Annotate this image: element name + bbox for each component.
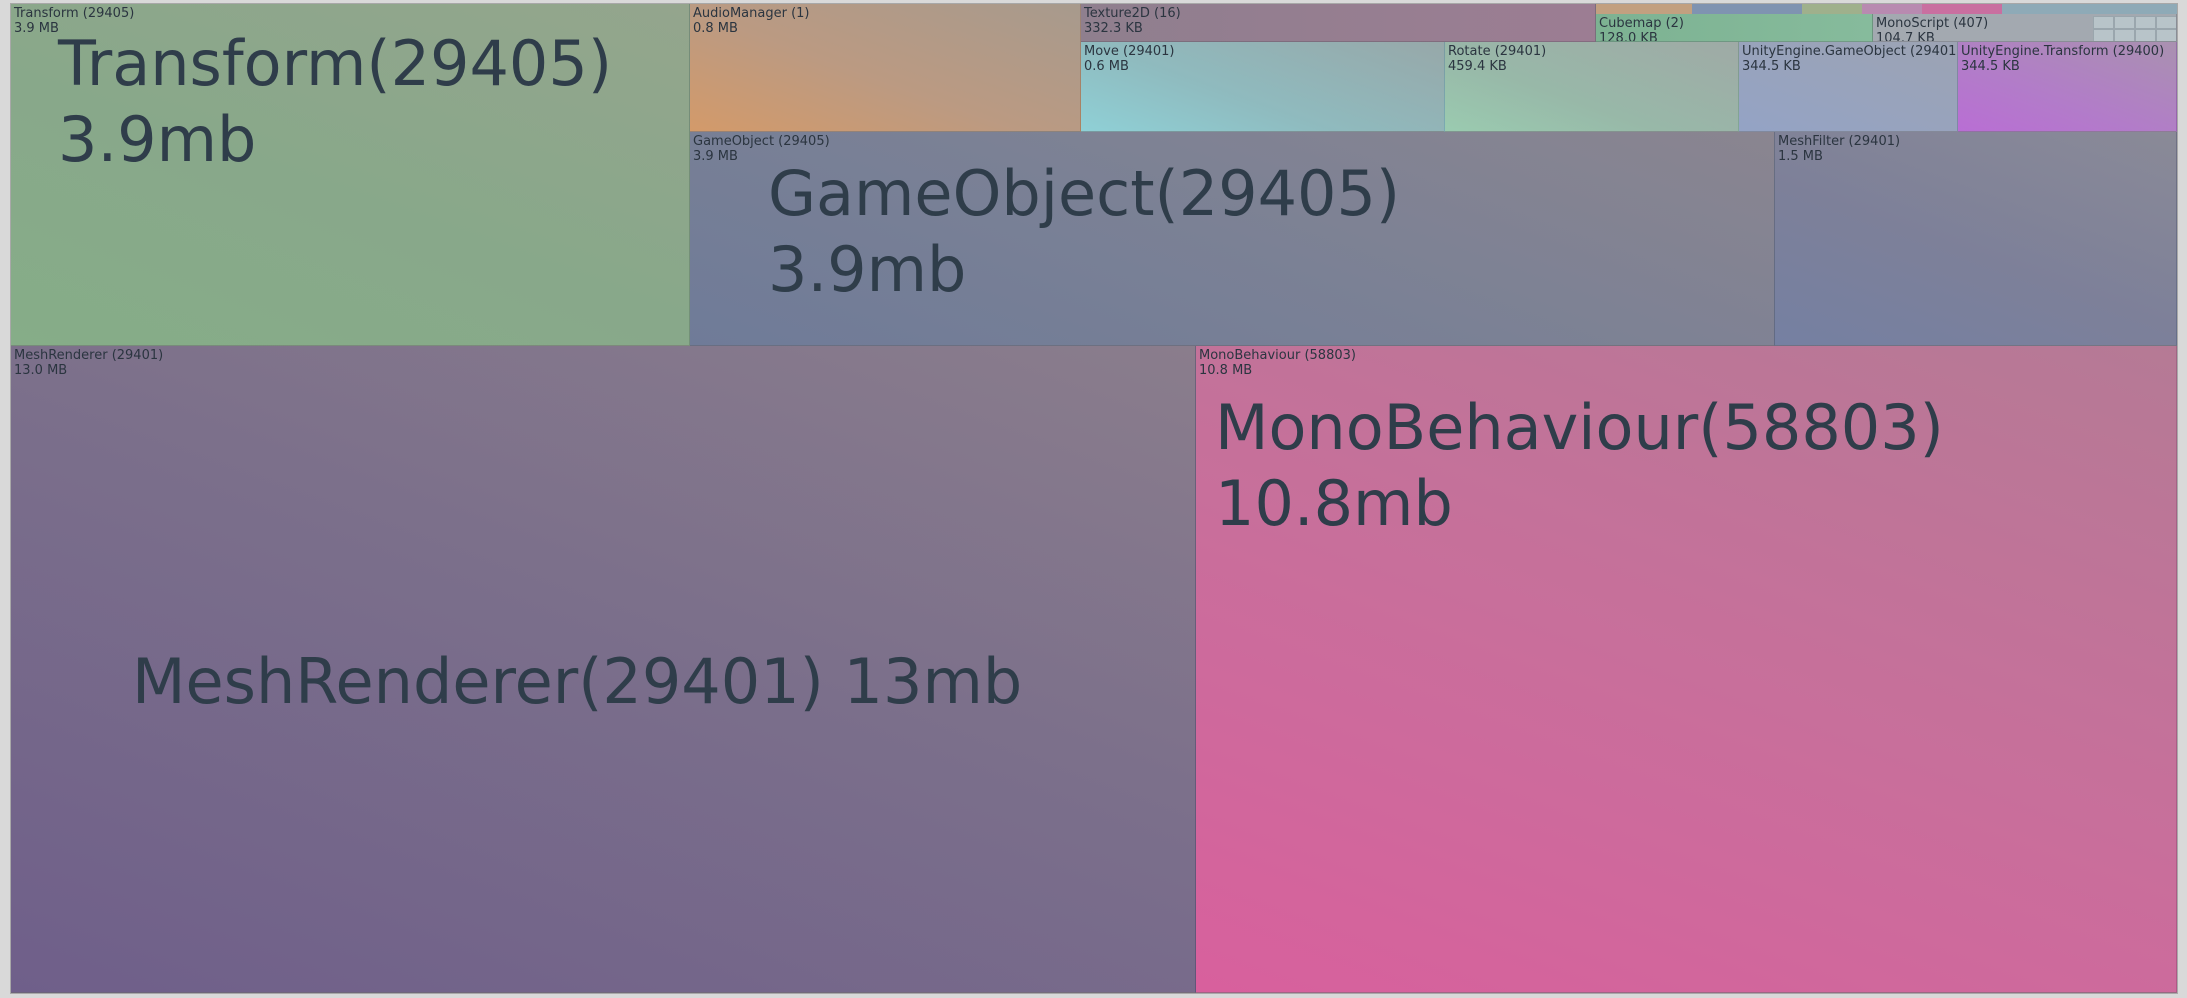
cell-size: 344.5 KB: [1742, 59, 1801, 74]
treemap-cell-rotate[interactable]: Rotate (29401) 459.4 KB: [1445, 42, 1739, 132]
memory-treemap: Transform (29405) 3.9 MB Transform(29405…: [10, 3, 2178, 994]
cell-size: 10.8 MB: [1199, 363, 1253, 378]
treemap-cell-audiomanager[interactable]: AudioManager (1) 0.8 MB: [690, 4, 1081, 132]
thumbnail[interactable]: [2156, 29, 2176, 41]
thumbnail[interactable]: [2135, 29, 2156, 41]
thumbnail[interactable]: [2093, 29, 2114, 41]
cell-big-size: 10.8mb: [1215, 467, 1453, 540]
treemap-cell-meshfilter[interactable]: MeshFilter (29401) 1.5 MB: [1775, 132, 2177, 346]
cell-big-size: 3.9mb: [768, 233, 967, 306]
cell-size: 332.3 KB: [1084, 21, 1143, 36]
cell-big-name: MonoBehaviour(58803): [1215, 391, 1944, 464]
cell-name: GameObject (29405): [693, 134, 830, 149]
treemap-cell-meshrenderer[interactable]: MeshRenderer (29401) 13.0 MB MeshRendere…: [11, 346, 1196, 993]
treemap-cell-gameobject[interactable]: GameObject (29405) 3.9 MB GameObject(294…: [690, 132, 1775, 346]
treemap-cell-texture2d[interactable]: Texture2D (16) 332.3 KB: [1081, 4, 1596, 42]
cell-size: 1.5 MB: [1778, 149, 1823, 164]
treemap-cell-monoscript[interactable]: MonoScript (407) 104.7 KB: [1873, 14, 2177, 42]
cell-name: Move (29401): [1084, 44, 1175, 59]
cell-name: Rotate (29401): [1448, 44, 1547, 59]
cell-size: 13.0 MB: [14, 363, 68, 378]
cell-name: Transform (29405): [14, 6, 135, 21]
cell-size: 128.0 KB: [1599, 31, 1658, 42]
thumbnail-grid: [2093, 16, 2176, 41]
cell-size: 0.6 MB: [1084, 59, 1129, 74]
treemap-cell-transform[interactable]: Transform (29405) 3.9 MB Transform(29405…: [11, 4, 690, 346]
cell-size: 459.4 KB: [1448, 59, 1507, 74]
cell-size: 344.5 KB: [1961, 59, 2020, 74]
cell-name: MeshFilter (29401): [1778, 134, 1901, 149]
mini-cell[interactable]: [1802, 4, 1862, 14]
thumbnail[interactable]: [2114, 29, 2135, 41]
cell-name: UnityEngine.GameObject (29401): [1742, 44, 1958, 59]
cell-name: Cubemap (2): [1599, 16, 1684, 31]
small-cells-strip: [1596, 4, 2177, 14]
cell-big-label: MeshRenderer(29401) 13mb: [132, 645, 1023, 718]
thumbnail[interactable]: [2156, 16, 2176, 29]
treemap-cell-unityengine-transform[interactable]: UnityEngine.Transform (29400) 344.5 KB: [1958, 42, 2177, 132]
cell-name: AudioManager (1): [693, 6, 810, 21]
treemap-cell-move[interactable]: Move (29401) 0.6 MB: [1081, 42, 1445, 132]
treemap-cell-monobehaviour[interactable]: MonoBehaviour (58803) 10.8 MB MonoBehavi…: [1196, 346, 2177, 993]
cell-name: MeshRenderer (29401): [14, 348, 164, 363]
cell-name: UnityEngine.Transform (29400): [1961, 44, 2165, 59]
cell-big-size: 3.9mb: [58, 103, 257, 176]
cell-name: Texture2D (16): [1084, 6, 1181, 21]
thumbnail[interactable]: [2114, 16, 2135, 29]
mini-cell[interactable]: [1692, 4, 1802, 14]
treemap-cell-unityengine-gameobject[interactable]: UnityEngine.GameObject (29401) 344.5 KB: [1739, 42, 1958, 132]
mini-cell[interactable]: [1922, 4, 2002, 14]
mini-cell[interactable]: [1596, 4, 1692, 14]
mini-cell[interactable]: [2002, 4, 2177, 14]
thumbnail[interactable]: [2093, 16, 2114, 29]
mini-cell[interactable]: [1862, 4, 1922, 14]
cell-big-name: Transform(29405): [58, 27, 613, 100]
cell-big-name: GameObject(29405): [768, 157, 1401, 230]
cell-name: MonoBehaviour (58803): [1199, 348, 1356, 363]
treemap-cell-cubemap[interactable]: Cubemap (2) 128.0 KB: [1596, 14, 1873, 42]
thumbnail[interactable]: [2135, 16, 2156, 29]
cell-size: 0.8 MB: [693, 21, 738, 36]
